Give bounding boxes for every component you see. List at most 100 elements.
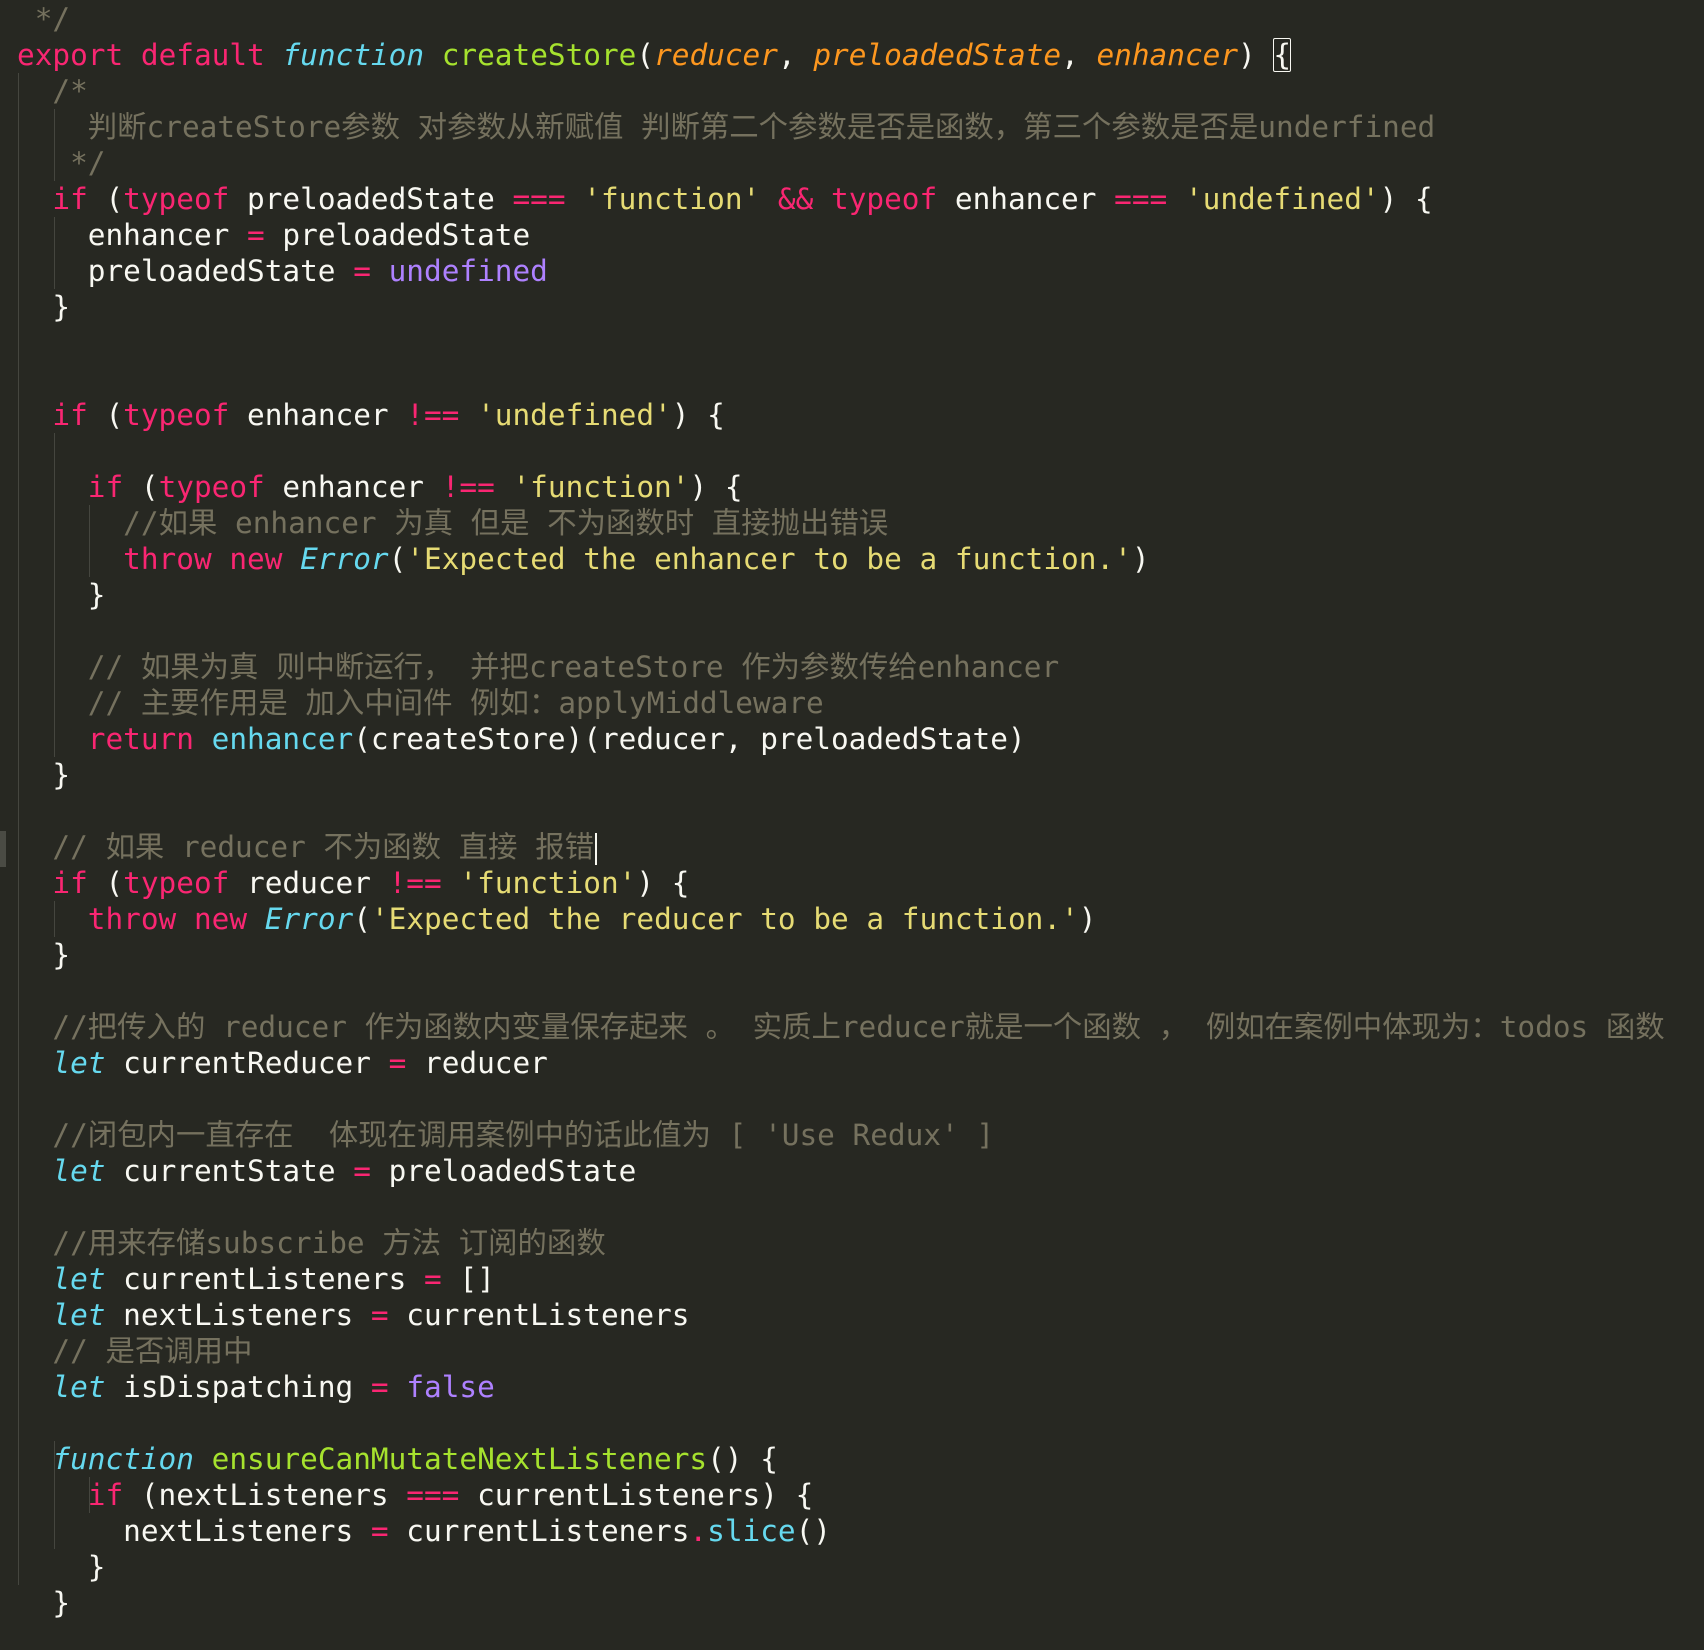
code-line[interactable]: export default function createStore(redu… [17,37,1292,73]
code-line[interactable]: let currentListeners = [] [17,1261,494,1297]
code-line[interactable]: if (typeof preloadedState === 'function'… [17,181,1433,217]
code-line[interactable]: // 如果为真 则中断运行， 并把createStore 作为参数传给enhan… [17,649,1059,685]
code-token-keyword: throw [87,902,177,936]
code-token-constant: undefined [388,254,548,288]
code-line[interactable]: enhancer = preloadedState [17,217,530,253]
code-line[interactable]: return enhancer(createStore)(reducer, pr… [17,721,1026,757]
code-line[interactable]: //用来存储subscribe 方法 订阅的函数 [17,1225,606,1261]
code-line[interactable]: let isDispatching = false [17,1369,495,1405]
code-token-op: = [370,1514,389,1548]
code-token-keyword: if [87,470,124,504]
code-line[interactable]: //闭包内一直存在 体现在调用案例中的话此值为 [ 'Use Redux' ] [17,1117,994,1153]
code-token-plain: ) { [1379,182,1433,216]
code-token-plain: ( [388,542,407,576]
code-line[interactable]: if (nextListeners === currentListeners) … [17,1477,814,1513]
code-token-constant: false [406,1370,495,1404]
code-line[interactable]: if (typeof enhancer !== 'undefined') { [17,397,725,433]
code-line[interactable]: //如果 enhancer 为真 但是 不为函数时 直接抛出错误 [17,505,888,541]
code-token-comment: //用来存储subscribe 方法 订阅的函数 [17,1226,606,1260]
code-token-string: 'Expected the reducer to be a function.' [370,902,1079,936]
code-token-storage: let [52,1262,106,1296]
code-line[interactable]: /* [17,73,88,109]
code-token-plain: ( [87,866,124,900]
code-token-plain: preloadedState [17,254,354,288]
code-token-plain: nextListeners [17,1514,371,1548]
code-token-support: slice [707,1514,796,1548]
code-token-comment: //闭包内一直存在 体现在调用案例中的话此值为 [ 'Use Redux' ] [17,1118,995,1152]
code-token-keyword: if [52,182,88,216]
code-token-comment: //把传入的 reducer 作为函数内变量保存起来 。 实质上reducer就… [17,1010,1665,1044]
code-line[interactable]: //把传入的 reducer 作为函数内变量保存起来 。 实质上reducer就… [17,1009,1665,1045]
code-line[interactable]: nextListeners = currentListeners.slice() [17,1513,831,1549]
code-token-plain: () [795,1514,831,1548]
code-token-op: === [406,1478,460,1512]
code-token-plain: ) { [689,470,743,504]
code-line[interactable]: preloadedState = undefined [17,253,548,289]
code-token-op: === [512,182,566,216]
code-token-keyword: new [229,542,283,576]
code-token-plain: ) { [671,398,725,432]
code-line[interactable]: if (typeof enhancer !== 'function') { [17,469,743,505]
code-line[interactable]: } [17,937,70,973]
code-line[interactable]: throw new Error('Expected the reducer to… [17,901,1097,937]
text-cursor [595,832,598,865]
code-token-plain: currentListeners) { [459,1478,814,1512]
code-line[interactable]: } [17,577,106,613]
code-line[interactable]: let currentState = preloadedState [17,1153,636,1189]
code-token-op: !== [441,470,495,504]
code-line[interactable]: } [17,1585,70,1621]
code-token-comment: // 主要作用是 加入中间件 例如：applyMiddleware [17,686,824,720]
code-line[interactable]: // 是否调用中 [17,1333,252,1369]
code-token-plain: } [17,938,71,972]
code-line[interactable]: */ [17,1,70,37]
code-token-plain: ) [1238,38,1274,72]
code-token-plain: reducer [229,866,389,900]
code-line[interactable]: let currentReducer = reducer [17,1045,548,1081]
code-token-plain: nextListeners [105,1298,371,1332]
code-token-support: enhancer [211,722,354,756]
code-line[interactable]: } [17,1549,106,1585]
code-line[interactable]: */ [17,145,105,181]
code-line[interactable]: } [17,757,70,793]
code-line[interactable]: function ensureCanMutateNextListeners() … [17,1441,778,1477]
code-token-plain: enhancer [17,218,248,252]
code-token-op: !== [406,398,460,432]
code-line[interactable]: if (typeof reducer !== 'function') { [17,865,689,901]
code-editor[interactable]: */export default function createStore(re… [0,0,1704,1650]
code-token-plain: ( [87,398,124,432]
code-token-storage: let [52,1154,106,1188]
code-token-storage: let [52,1298,106,1332]
code-token-comment: /* [17,74,88,108]
code-line[interactable]: // 如果 reducer 不为函数 直接 报错 [17,829,598,865]
code-line[interactable]: } [17,289,70,325]
code-token-comment: */ [17,2,71,36]
code-line[interactable]: let nextListeners = currentListeners [17,1297,689,1333]
code-token-keyword: typeof [123,866,230,900]
code-token-plain: reducer [406,1046,548,1080]
code-line[interactable]: // 主要作用是 加入中间件 例如：applyMiddleware [17,685,824,721]
code-token-plain: ) [1078,902,1097,936]
code-line[interactable]: throw new Error('Expected the enhancer t… [17,541,1149,577]
code-token-op: = [370,1370,389,1404]
code-token-string: 'Expected the enhancer to be a function.… [406,542,1132,576]
code-token-op: !== [388,866,442,900]
code-token-plain: } [17,758,71,792]
code-line[interactable]: 判断createStore参数 对参数从新赋值 判断第二个参数是否是函数，第三个… [17,109,1436,145]
code-token-plain: ) { [636,866,690,900]
